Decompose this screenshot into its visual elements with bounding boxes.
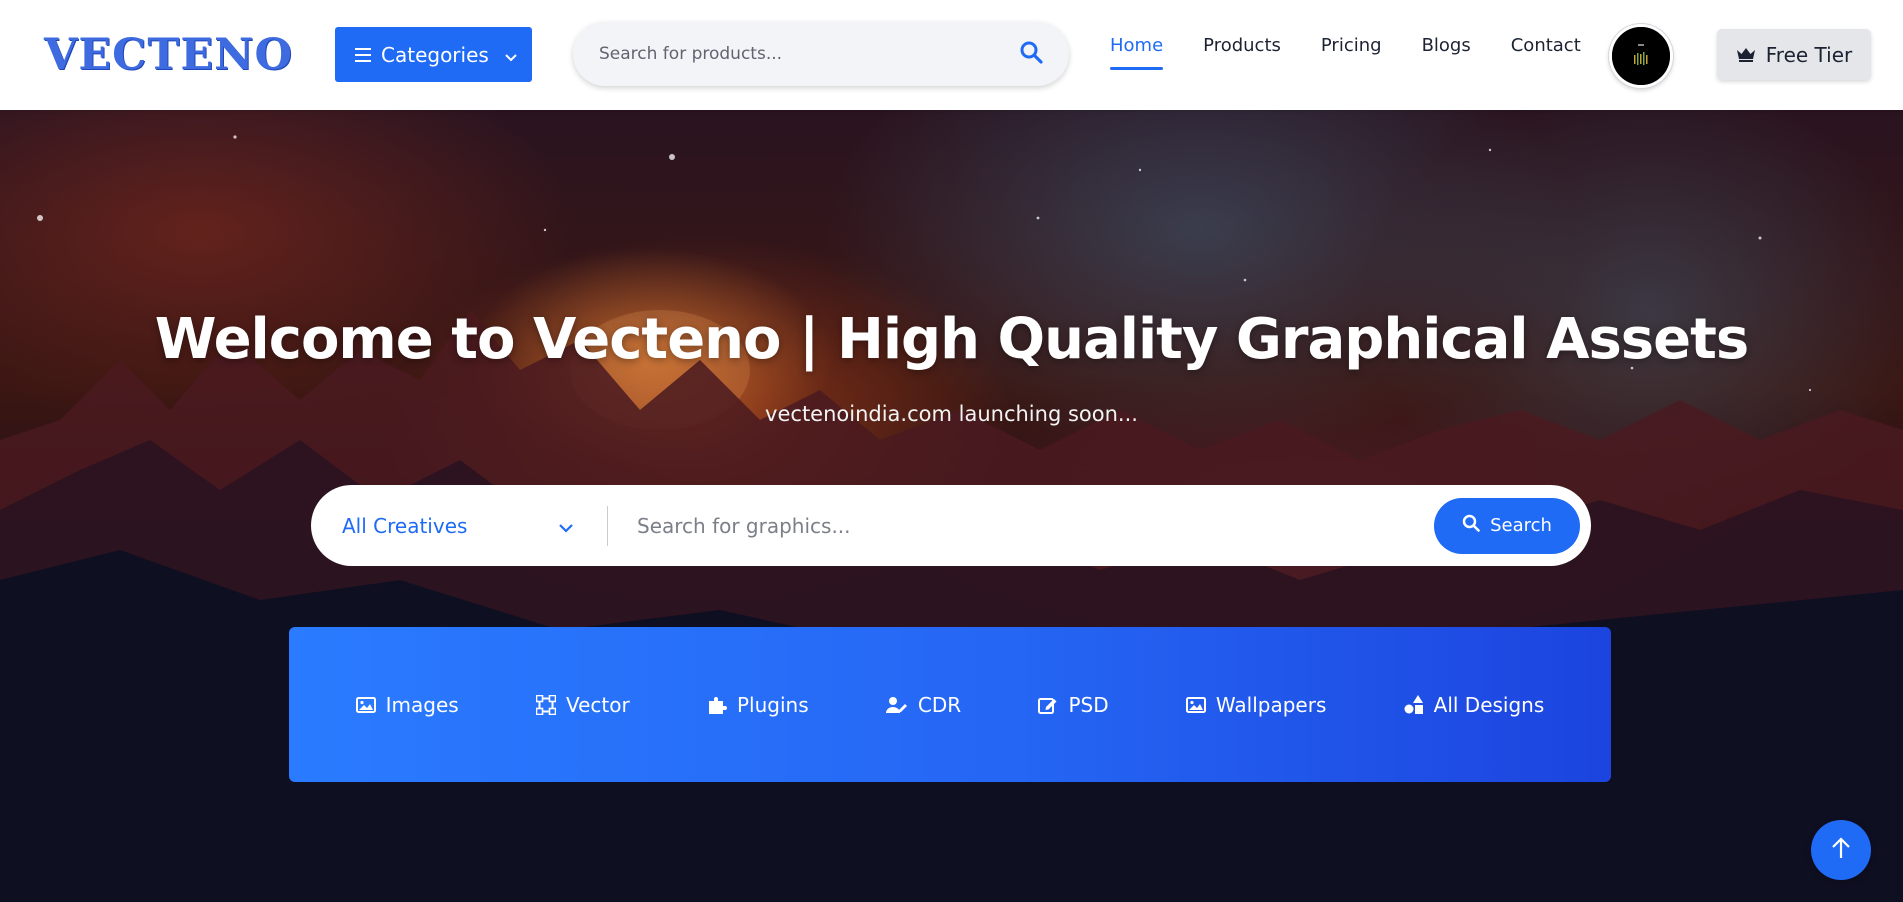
free-tier-button[interactable]: Free Tier — [1717, 29, 1871, 80]
graphics-search-bar: All Creatives Search — [311, 485, 1591, 566]
shapes-icon — [1404, 694, 1424, 715]
menu-icon — [355, 43, 371, 67]
scroll-to-top-button[interactable] — [1811, 820, 1871, 880]
product-search-bar — [573, 22, 1069, 86]
category-bar: Images Vector Plugins CDR PSD Wallpapers… — [289, 627, 1611, 782]
category-label: Vector — [565, 692, 630, 717]
nav-pricing[interactable]: Pricing — [1321, 35, 1382, 70]
creative-type-select[interactable]: All Creatives — [311, 485, 607, 566]
main-nav: Home Products Pricing Blogs Contact — [1110, 35, 1581, 70]
category-label: Wallpapers — [1215, 692, 1327, 717]
category-wallpapers[interactable]: Wallpapers — [1185, 692, 1327, 717]
product-search-input[interactable] — [599, 44, 1019, 64]
hero-title: Welcome to Vecteno | High Quality Graphi… — [154, 307, 1749, 372]
search-button[interactable]: Search — [1434, 497, 1580, 554]
graphics-search-input[interactable] — [608, 513, 1434, 538]
chevron-down-icon — [559, 514, 573, 538]
search-button-label: Search — [1490, 515, 1552, 536]
vector-icon — [535, 694, 556, 715]
image-icon — [355, 696, 376, 713]
category-label: All Designs — [1433, 692, 1545, 717]
categories-label: Categories — [381, 42, 489, 67]
crown-icon — [1736, 43, 1756, 67]
category-label: Images — [385, 692, 459, 717]
creative-type-value: All Creatives — [342, 513, 468, 538]
user-edit-icon — [885, 696, 908, 714]
category-plugins[interactable]: Plugins — [707, 693, 809, 717]
category-label: PSD — [1068, 692, 1109, 717]
puzzle-icon — [707, 695, 727, 715]
avatar[interactable] — [1609, 24, 1673, 88]
hero-subtitle: vectenoindia.com launching soon... — [765, 402, 1138, 426]
logo[interactable]: VECTENO — [44, 30, 293, 80]
category-images[interactable]: Images — [355, 692, 459, 717]
category-label: CDR — [917, 692, 962, 717]
category-vector[interactable]: Vector — [535, 692, 630, 717]
free-tier-label: Free Tier — [1765, 42, 1853, 67]
category-psd[interactable]: PSD — [1038, 692, 1109, 717]
image-icon — [1185, 696, 1206, 713]
nav-home[interactable]: Home — [1110, 35, 1164, 70]
edit-icon — [1038, 695, 1058, 715]
nav-products[interactable]: Products — [1203, 35, 1281, 70]
category-all-designs[interactable]: All Designs — [1404, 692, 1545, 717]
site-header: VECTENO Categories Home Products Pricing… — [0, 0, 1903, 110]
search-icon[interactable] — [1019, 40, 1043, 68]
nav-blogs[interactable]: Blogs — [1422, 35, 1471, 70]
category-label: Plugins — [737, 692, 809, 717]
category-cdr[interactable]: CDR — [885, 692, 962, 717]
nav-contact[interactable]: Contact — [1511, 35, 1581, 70]
search-icon — [1462, 514, 1480, 537]
hero-section: Welcome to Vecteno | High Quality Graphi… — [0, 110, 1903, 902]
categories-button[interactable]: Categories — [335, 27, 532, 82]
chevron-down-icon — [505, 43, 517, 67]
arrow-up-icon — [1831, 837, 1851, 863]
